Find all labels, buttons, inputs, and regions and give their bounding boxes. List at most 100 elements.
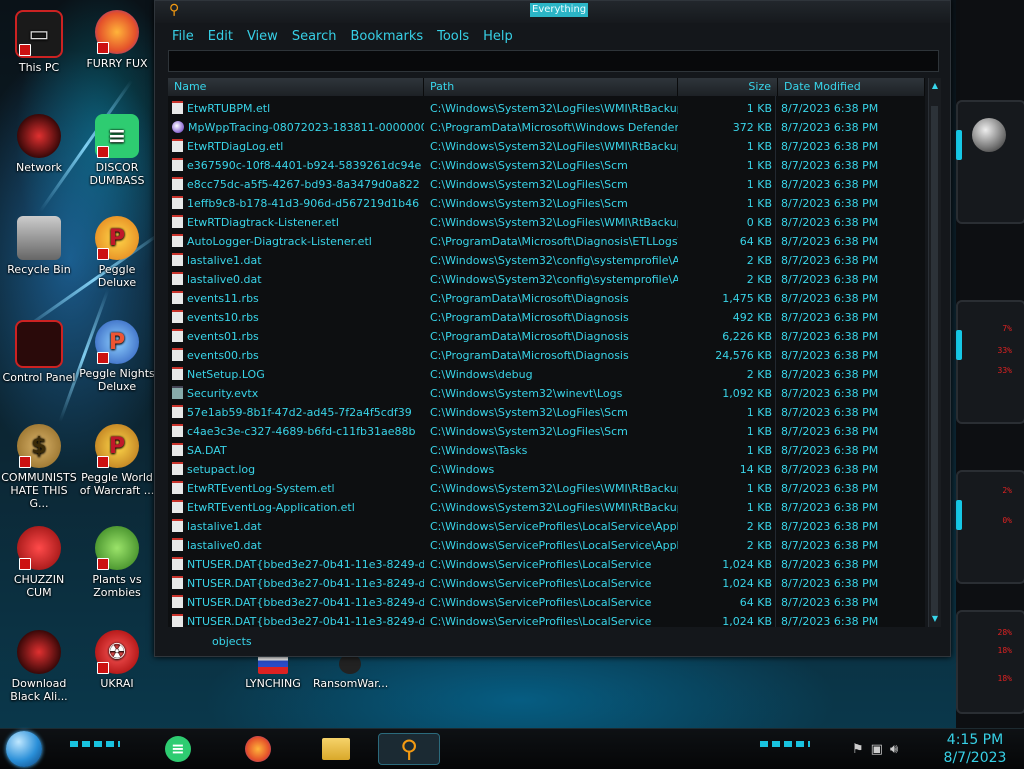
- alienware-sidebar: 7% 33% 33% 2% 0% 28% 18% 18%: [956, 0, 1024, 730]
- scrollbar-thumb[interactable]: [931, 106, 938, 616]
- file-name: events11.rbs: [187, 292, 259, 305]
- menu-view[interactable]: View: [240, 27, 285, 47]
- table-row[interactable]: NTUSER.DAT{bbed3e27-0b41-11e3-8249-d6...…: [168, 555, 925, 574]
- table-row[interactable]: events01.rbs C:\ProgramData\Microsoft\Dia…: [168, 327, 925, 346]
- file-icon: [172, 443, 183, 456]
- network-tray-icon[interactable]: ▣: [871, 742, 883, 757]
- table-row[interactable]: EtwRTEventLog-Application.etl C:\Windows\…: [168, 498, 925, 517]
- desktop-icon-label: RansomWar...: [313, 677, 389, 690]
- file-date-modified: 8/7/2023 6:38 PM: [781, 178, 879, 191]
- file-explorer-taskbar-icon[interactable]: [316, 733, 356, 765]
- menu-edit[interactable]: Edit: [201, 27, 240, 47]
- desktop-icon-lynching[interactable]: LYNCHING: [236, 654, 310, 690]
- desktop-icon-plants-vs-zombies[interactable]: Plants vs Zombies: [79, 526, 155, 599]
- table-row[interactable]: events00.rbs C:\ProgramData\Microsoft\Dia…: [168, 346, 925, 365]
- discord-taskbar-icon[interactable]: ≡: [158, 733, 198, 765]
- desktop-icon-peggle-nights[interactable]: P Peggle Nights Deluxe: [79, 320, 155, 393]
- file-date-modified: 8/7/2023 6:38 PM: [781, 197, 879, 210]
- menu-search[interactable]: Search: [285, 27, 344, 47]
- usage-readout: 7%: [1002, 324, 1012, 333]
- table-row[interactable]: SA.DAT C:\Windows\Tasks 1 KB 8/7/2023 6:38 …: [168, 441, 925, 460]
- file-name: EtwRTEventLog-Application.etl: [187, 501, 355, 514]
- volume-icon[interactable]: 🔊︎: [890, 742, 898, 757]
- desktop-icon-label: Download Black Ali...: [10, 677, 68, 703]
- start-button[interactable]: [6, 731, 42, 767]
- menu-bookmarks[interactable]: Bookmarks: [343, 27, 430, 47]
- taskbar-clock[interactable]: 4:15 PM 8/7/2023: [930, 729, 1020, 767]
- file-size: 1 KB: [746, 482, 772, 495]
- table-row[interactable]: EtwRTUBPM.etl C:\Windows\System32\LogFile…: [168, 99, 925, 118]
- table-row[interactable]: NTUSER.DAT{bbed3e27-0b41-11e3-8249-d6...…: [168, 612, 925, 627]
- menu-help[interactable]: Help: [476, 27, 520, 47]
- column-header-name[interactable]: Name: [168, 78, 424, 96]
- table-row[interactable]: events10.rbs C:\ProgramData\Microsoft\Dia…: [168, 308, 925, 327]
- desktop-icon-download-black-ali[interactable]: Download Black Ali...: [1, 630, 77, 703]
- scroll-down-icon[interactable]: ▼: [930, 613, 940, 625]
- table-row[interactable]: events11.rbs C:\ProgramData\Microsoft\Dia…: [168, 289, 925, 308]
- everything-search-taskbar-icon[interactable]: ⚲: [378, 733, 440, 765]
- table-row[interactable]: lastalive0.dat C:\Windows\System32\config…: [168, 270, 925, 289]
- file-name: events00.rbs: [187, 349, 259, 362]
- table-row[interactable]: lastalive0.dat C:\Windows\ServiceProfiles…: [168, 536, 925, 555]
- table-row[interactable]: lastalive1.dat C:\Windows\System32\config…: [168, 251, 925, 270]
- file-date-modified: 8/7/2023 6:38 PM: [781, 273, 879, 286]
- desktop-icon-network[interactable]: Network: [1, 114, 77, 174]
- desktop-icon-peggle-wow[interactable]: P Peggle World of Warcraft ...: [79, 424, 155, 497]
- desktop-icon-furry-fux[interactable]: FURRY FUX: [79, 10, 155, 70]
- alien-head-icon: [972, 118, 1006, 152]
- file-icon: [172, 614, 183, 627]
- table-row[interactable]: 57e1ab59-8b1f-47d2-ad45-7f2a4f5cdf39 C:\W…: [168, 403, 925, 422]
- table-row[interactable]: 1effb9c8-b178-41d3-906d-d567219d1b46 C:\W…: [168, 194, 925, 213]
- column-header-size[interactable]: Size: [678, 78, 778, 96]
- evtx-file-icon: [172, 386, 183, 399]
- desktop-icon-this-pc[interactable]: ▭ This PC: [1, 10, 77, 74]
- table-row[interactable]: NTUSER.DAT{bbed3e27-0b41-11e3-8249-d6...…: [168, 574, 925, 593]
- table-row[interactable]: e367590c-10f8-4401-b924-5839261dc94e C:\W…: [168, 156, 925, 175]
- column-header-date-modified[interactable]: Date Modified: [778, 78, 925, 96]
- search-input[interactable]: [168, 50, 939, 72]
- desktop-icon-control-panel[interactable]: Control Panel: [1, 320, 77, 384]
- table-row[interactable]: EtwRTDiagLog.etl C:\Windows\System32\LogF…: [168, 137, 925, 156]
- menu-file[interactable]: File: [165, 27, 201, 47]
- file-name: setupact.log: [187, 463, 256, 476]
- file-size: 6,226 KB: [722, 330, 772, 343]
- table-row[interactable]: MpWppTracing-08072023-183811-00000003-..…: [168, 118, 925, 137]
- table-row[interactable]: EtwRTEventLog-System.etl C:\Windows\Syste…: [168, 479, 925, 498]
- file-name-cell: EtwRTEventLog-System.etl: [172, 479, 424, 498]
- desktop-icon-chuzzin[interactable]: CHUZZIN CUM: [1, 526, 77, 599]
- desktop-icon-ukrai[interactable]: ☢ UKRAI: [79, 630, 155, 690]
- file-size: 1,092 KB: [722, 387, 772, 400]
- title-bar[interactable]: ⚲ Everything: [155, 1, 950, 23]
- file-path: C:\Windows\ServiceProfiles\LocalService: [430, 577, 652, 590]
- desktop-icon-ransomware[interactable]: RansomWar...: [313, 654, 389, 690]
- file-icon: [172, 500, 183, 513]
- table-row[interactable]: Security.evtx C:\Windows\System32\winevt\…: [168, 384, 925, 403]
- notification-flag-icon[interactable]: ⚑: [852, 742, 864, 757]
- table-row[interactable]: lastalive1.dat C:\Windows\ServiceProfiles…: [168, 517, 925, 536]
- file-path: C:\Windows\Tasks: [430, 444, 528, 457]
- desktop-icon-recycle-bin[interactable]: Recycle Bin: [1, 216, 77, 276]
- file-date-modified: 8/7/2023 6:38 PM: [781, 368, 879, 381]
- desktop-icon-discor-dumbass[interactable]: ≡ DISCOR DUMBASS: [79, 114, 155, 187]
- firefox-taskbar-icon[interactable]: [238, 733, 278, 765]
- table-row[interactable]: setupact.log C:\Windows 14 KB 8/7/2023 6:38…: [168, 460, 925, 479]
- table-row[interactable]: NetSetup.LOG C:\Windows\debug 2 KB 8/7/2023…: [168, 365, 925, 384]
- file-size: 1 KB: [746, 444, 772, 457]
- table-row[interactable]: AutoLogger-Diagtrack-Listener.etl C:\Prog…: [168, 232, 925, 251]
- table-row[interactable]: c4ae3c3e-c327-4689-b6fd-c11fb31ae88b C:\W…: [168, 422, 925, 441]
- alienware-panel: 2% 0%: [956, 470, 1024, 584]
- file-icon: [172, 215, 183, 228]
- defender-file-icon: [172, 121, 184, 133]
- file-name: NTUSER.DAT{bbed3e27-0b41-11e3-8249-d6...: [187, 615, 424, 627]
- scroll-up-icon[interactable]: ▲: [930, 80, 940, 92]
- desktop-icon-communists[interactable]: $ COMMUNISTS HATE THIS G...: [1, 424, 77, 510]
- table-row[interactable]: EtwRTDiagtrack-Listener.etl C:\Windows\Sy…: [168, 213, 925, 232]
- menu-tools[interactable]: Tools: [430, 27, 476, 47]
- file-size: 1 KB: [746, 425, 772, 438]
- desktop-icon-peggle-deluxe[interactable]: P Peggle Deluxe: [79, 216, 155, 289]
- table-row[interactable]: NTUSER.DAT{bbed3e27-0b41-11e3-8249-d6...…: [168, 593, 925, 612]
- column-header-path[interactable]: Path: [424, 78, 678, 96]
- money-bag-icon: $: [17, 424, 61, 468]
- vertical-scrollbar[interactable]: ▲ ▼: [928, 78, 941, 627]
- table-row[interactable]: e8cc75dc-a5f5-4267-bd93-8a3479d0a822 C:\W…: [168, 175, 925, 194]
